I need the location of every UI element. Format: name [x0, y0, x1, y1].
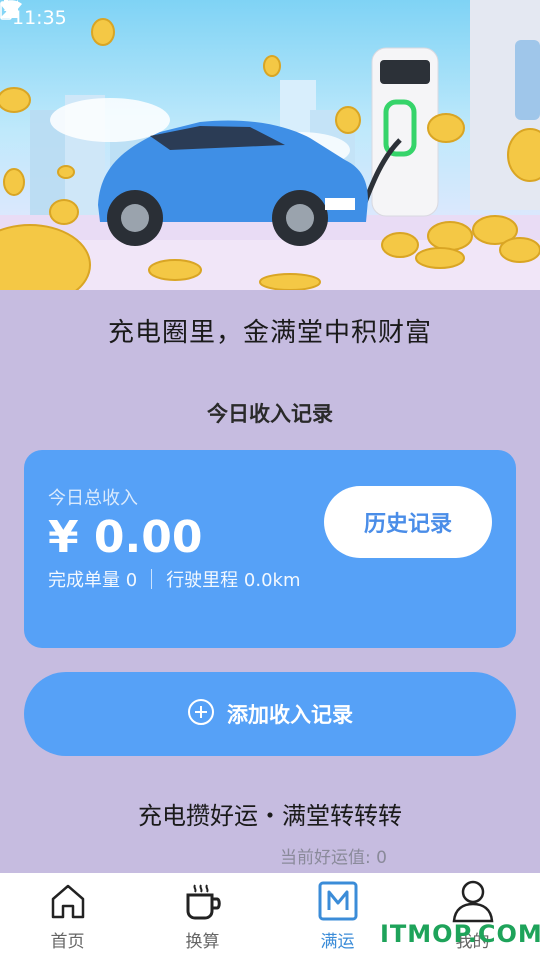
- income-stats: 完成单量 0 行驶里程 0.0km: [48, 566, 301, 592]
- nav-label-manyun: 满运: [320, 932, 355, 952]
- nav-label-convert: 换算: [185, 932, 220, 952]
- orders-count: 完成单量 0: [48, 570, 138, 591]
- income-card: 今日总收入 ¥ 0.00 完成单量 0 行驶里程 0.0km 历史记录: [24, 450, 516, 648]
- plus-circle-icon: [187, 698, 215, 731]
- luck-value: 当前好运值: 0: [280, 848, 387, 868]
- user-icon: [451, 879, 495, 923]
- hero-banner: 11:35: [0, 0, 540, 290]
- luck-title: 充电攒好运・满堂转转转: [138, 802, 402, 830]
- income-label: 今日总收入: [48, 488, 138, 509]
- m-logo-icon: [316, 879, 360, 923]
- history-button[interactable]: 历史记录: [324, 486, 492, 558]
- income-amount: ¥ 0.00: [48, 512, 203, 563]
- watermark: ITMOP.COM: [380, 920, 540, 948]
- slogan: 充电圈里，金满堂中积财富: [107, 318, 432, 348]
- nav-item-convert[interactable]: 换算: [135, 873, 270, 960]
- add-income-button[interactable]: 添加收入记录: [24, 672, 516, 756]
- nav-label-home: 首页: [50, 932, 85, 952]
- hero-illustration: [0, 0, 540, 290]
- stats-divider: [151, 569, 153, 589]
- cup-icon: [181, 879, 225, 923]
- nav-item-home[interactable]: 首页: [0, 873, 135, 960]
- mileage: 行驶里程 0.0km: [166, 570, 301, 591]
- add-income-label: 添加收入记录: [227, 703, 353, 727]
- status-bar: 11:35: [0, 0, 540, 36]
- section-title: 今日收入记录: [207, 402, 333, 426]
- home-icon: [46, 879, 90, 923]
